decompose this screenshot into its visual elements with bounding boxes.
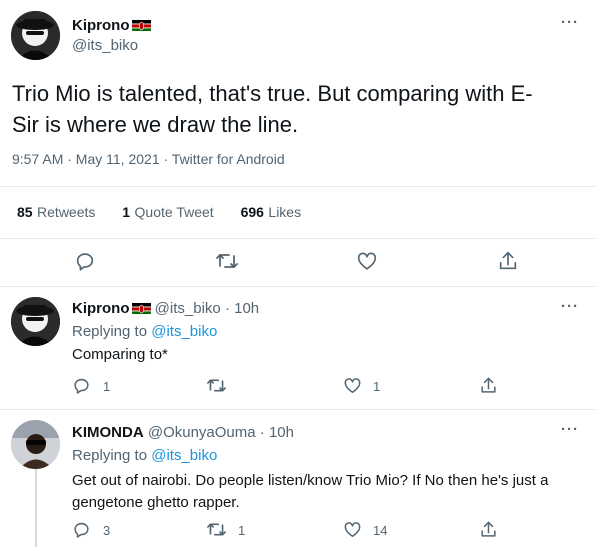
kenya-flag-icon: [131, 302, 151, 314]
share-icon[interactable]: [497, 250, 519, 272]
author-name[interactable]: Kiprono: [72, 17, 130, 34]
author-name[interactable]: Kiprono: [72, 300, 130, 317]
divider: [0, 186, 596, 187]
tweet-meta[interactable]: 9:57 AM · May 11, 2021 · Twitter for And…: [12, 151, 285, 167]
reply-icon[interactable]: [72, 376, 91, 395]
author-handle[interactable]: @its_biko: [155, 300, 221, 317]
divider: [0, 409, 596, 410]
reply-count: 1: [103, 379, 111, 394]
quotes-count: 1: [122, 204, 131, 220]
replying-to: Replying to @its_biko: [72, 447, 217, 464]
likes-stat[interactable]: 696 Likes: [241, 204, 302, 221]
author-handle[interactable]: @its_biko: [72, 37, 138, 54]
reply-text: Comparing to*: [72, 346, 168, 363]
divider: [0, 286, 596, 287]
tweet-text: Trio Mio is talented, that's true. But c…: [12, 78, 533, 140]
kenya-flag-icon: [131, 19, 151, 31]
timestamp[interactable]: · 10h: [260, 424, 294, 441]
share-icon[interactable]: [479, 520, 498, 539]
tweet-text-line: Trio Mio is talented, that's true. But c…: [12, 81, 533, 106]
author-handle[interactable]: @OkunyaOuma: [148, 424, 256, 441]
replying-to: Replying to @its_biko: [72, 323, 217, 340]
replying-to-link[interactable]: @its_biko: [151, 447, 217, 464]
avatar[interactable]: [11, 297, 60, 346]
reply-text: Get out of nairobi. Do people listen/kno…: [72, 470, 548, 514]
likes-count: 696: [240, 204, 264, 220]
retweet-icon[interactable]: [206, 376, 227, 395]
replying-prefix: Replying to: [72, 323, 148, 340]
reply-icon[interactable]: [72, 520, 91, 539]
reply-icon[interactable]: [74, 250, 96, 272]
retweet-count: 1: [238, 523, 246, 538]
like-count: 1: [373, 379, 381, 394]
retweet-icon[interactable]: [215, 250, 239, 272]
quotes-stat[interactable]: 1 Quote Tweet: [122, 204, 213, 221]
share-icon[interactable]: [479, 376, 498, 395]
avatar[interactable]: [11, 420, 60, 469]
replying-to-link[interactable]: @its_biko: [151, 323, 217, 340]
likes-label: Likes: [268, 204, 302, 220]
avatar[interactable]: [11, 11, 60, 60]
retweet-icon[interactable]: [206, 520, 227, 539]
reply-count: 3: [103, 523, 111, 538]
more-icon[interactable]: ···: [561, 421, 579, 438]
more-icon[interactable]: ···: [561, 298, 579, 315]
divider: [0, 238, 596, 239]
like-icon[interactable]: [343, 520, 362, 539]
quotes-label: Quote Tweet: [134, 204, 214, 220]
more-icon[interactable]: ···: [561, 14, 579, 31]
retweets-count: 85: [17, 204, 33, 220]
reply-text-line: Get out of nairobi. Do people listen/kno…: [72, 472, 549, 489]
retweets-stat[interactable]: 85 Retweets: [17, 204, 95, 221]
retweets-label: Retweets: [37, 204, 96, 220]
like-icon[interactable]: [343, 376, 362, 395]
tweet-stats: 85 Retweets 1 Quote Tweet 696 Likes: [17, 204, 301, 222]
timestamp[interactable]: · 10h: [225, 300, 259, 317]
replying-prefix: Replying to: [72, 447, 148, 464]
like-count: 14: [373, 523, 388, 538]
author-name[interactable]: KIMONDA: [72, 424, 144, 441]
like-icon[interactable]: [356, 250, 378, 272]
tweet-text-line: Sir is where we draw the line.: [12, 112, 299, 137]
thread-line: [35, 469, 37, 547]
reply-text-line: gengetone ghetto rapper.: [72, 494, 240, 511]
